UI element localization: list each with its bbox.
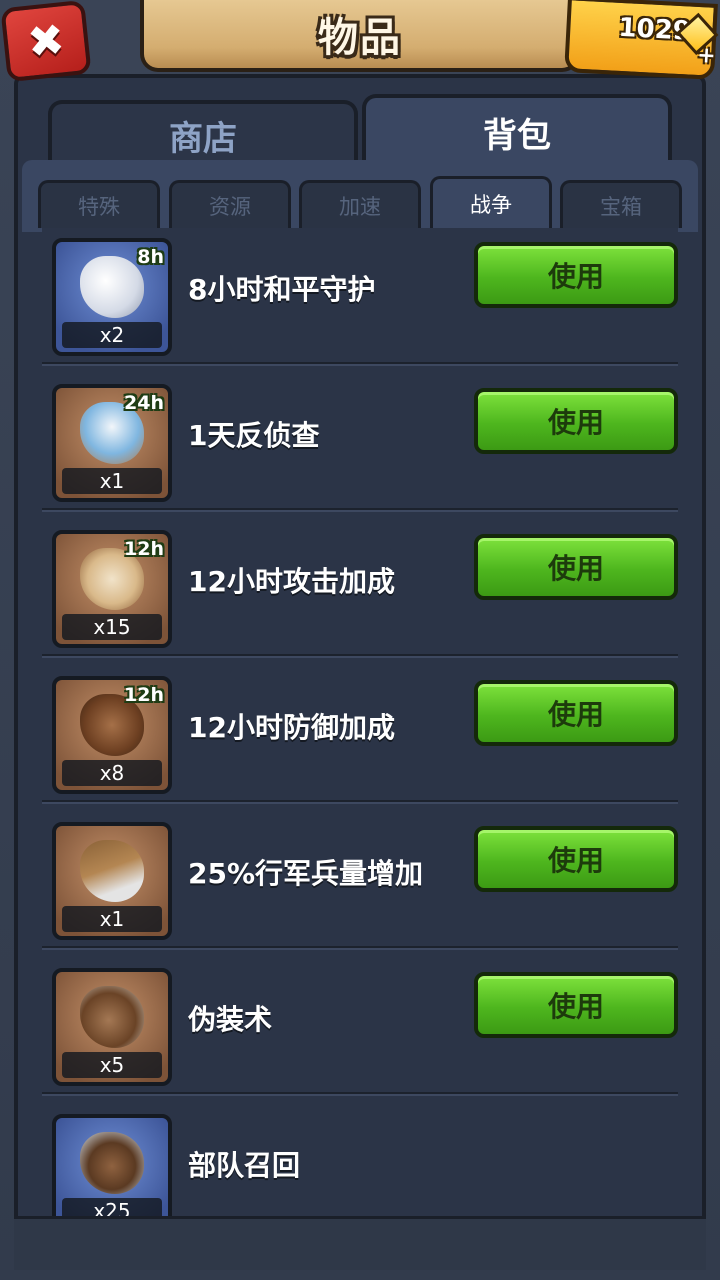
subtab-war[interactable]: 战争 xyxy=(430,176,552,228)
item-count: x25 xyxy=(62,1198,162,1216)
tab-shop[interactable]: 商店 xyxy=(48,100,358,166)
item-name: 12小时攻击加成 xyxy=(188,565,395,598)
use-button[interactable]: 使用 xyxy=(474,388,678,454)
duration-badge: 24h xyxy=(124,392,164,414)
close-button[interactable]: ✖ xyxy=(0,0,92,83)
header-banner: 物品 xyxy=(140,0,580,72)
list-item: 8h x2 8小时和平守护 使用 xyxy=(42,228,678,366)
item-count: x1 xyxy=(62,906,162,932)
use-button[interactable]: 使用 xyxy=(474,534,678,600)
add-gems-icon[interactable]: + xyxy=(697,43,717,69)
item-count: x5 xyxy=(62,1052,162,1078)
duration-badge: 12h xyxy=(124,684,164,706)
list-item: 24h x1 1天反侦查 使用 xyxy=(42,364,678,512)
page-title: 物品 xyxy=(318,15,402,61)
item-name: 伪装术 xyxy=(188,1003,273,1036)
use-button[interactable]: 使用 xyxy=(474,972,678,1038)
troop-recall-icon: x25 xyxy=(52,1114,172,1216)
item-art xyxy=(80,986,144,1048)
item-count: x15 xyxy=(62,614,162,640)
list-item: x5 伪装术 使用 xyxy=(42,948,678,1096)
use-button[interactable]: 使用 xyxy=(474,680,678,746)
item-art xyxy=(80,840,144,902)
panel-footer xyxy=(14,1216,706,1270)
item-name: 部队召回 xyxy=(188,1149,301,1182)
list-item: 12h x8 12小时防御加成 使用 xyxy=(42,656,678,804)
list-item: x25 部队召回 xyxy=(42,1094,678,1216)
attack-boost-icon: 12h x15 xyxy=(52,530,172,648)
subtab-speedup[interactable]: 加速 xyxy=(299,180,421,228)
subtab-special[interactable]: 特殊 xyxy=(38,180,160,228)
gems-counter[interactable]: 1029 + xyxy=(564,0,719,80)
item-list[interactable]: 8h x2 8小时和平守护 使用 24h x1 1天反侦查 使用 12h x15… xyxy=(42,228,678,1216)
list-item: x1 25%行军兵量增加 使用 xyxy=(42,802,678,950)
duration-badge: 12h xyxy=(124,538,164,560)
item-art xyxy=(80,256,144,318)
subtab-resources[interactable]: 资源 xyxy=(169,180,291,228)
march-size-icon: x1 xyxy=(52,822,172,940)
defense-boost-icon: 12h x8 xyxy=(52,676,172,794)
list-item: 12h x15 12小时攻击加成 使用 xyxy=(42,510,678,658)
anti-scout-icon: 24h x1 xyxy=(52,384,172,502)
item-count: x8 xyxy=(62,760,162,786)
use-button[interactable]: 使用 xyxy=(474,826,678,892)
disguise-icon: x5 xyxy=(52,968,172,1086)
item-name: 12小时防御加成 xyxy=(188,711,395,744)
item-name: 25%行军兵量增加 xyxy=(188,857,424,890)
subtab-chests[interactable]: 宝箱 xyxy=(560,180,682,228)
use-button[interactable]: 使用 xyxy=(474,242,678,308)
item-count: x2 xyxy=(62,322,162,348)
item-count: x1 xyxy=(62,468,162,494)
duration-badge: 8h xyxy=(137,246,164,268)
tab-backpack[interactable]: 背包 xyxy=(362,94,672,166)
dove-icon: 8h x2 xyxy=(52,238,172,356)
item-art xyxy=(80,1132,144,1194)
item-name: 8小时和平守护 xyxy=(188,273,376,306)
close-icon: ✖ xyxy=(24,13,68,69)
item-name: 1天反侦查 xyxy=(188,419,320,452)
